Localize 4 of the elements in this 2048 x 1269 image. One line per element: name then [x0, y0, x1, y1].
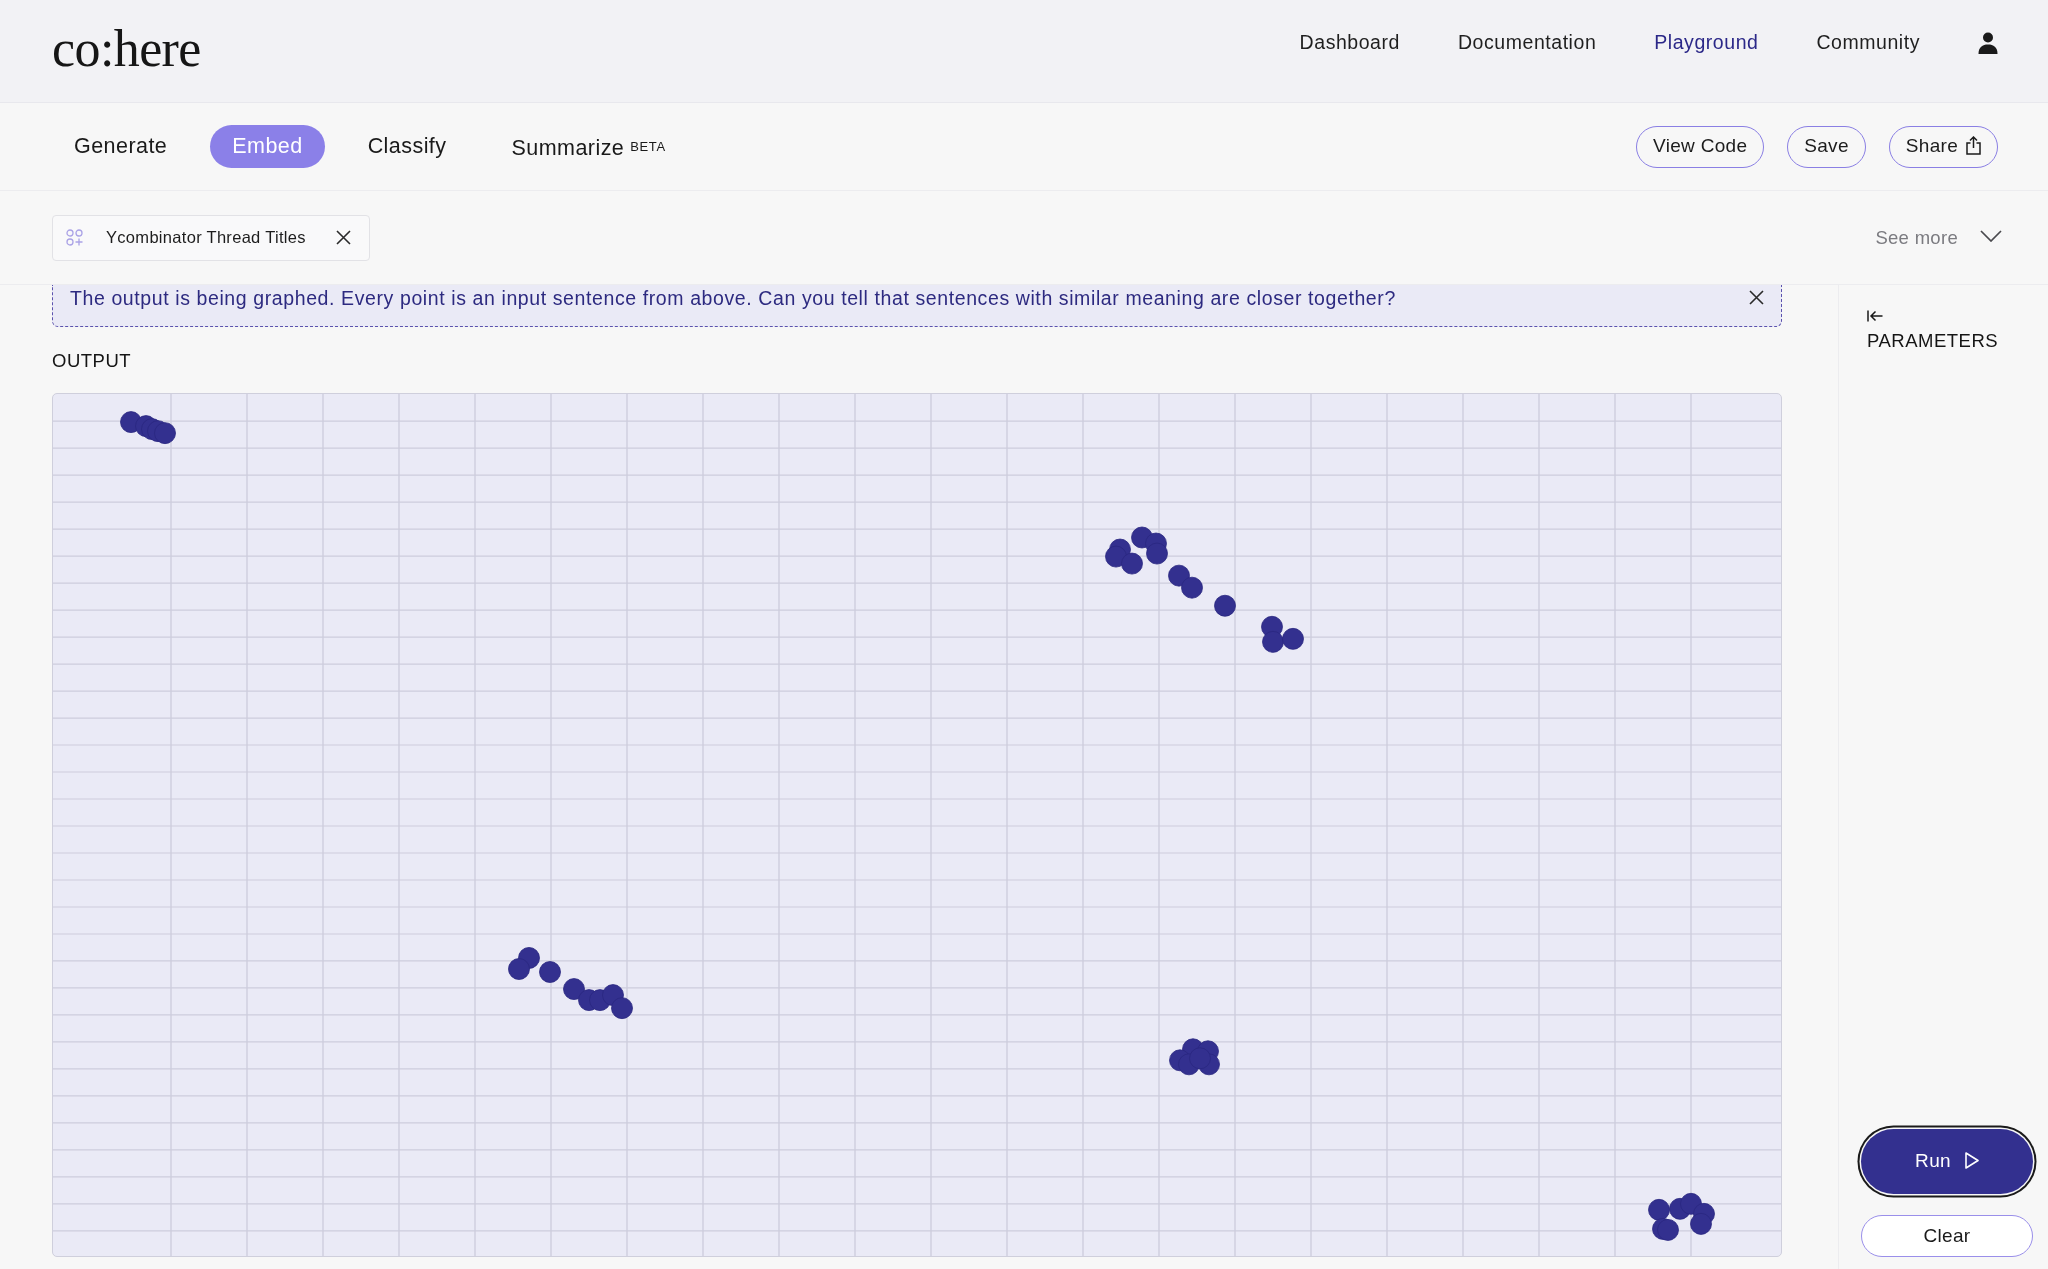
section-label: OUTPUT — [52, 350, 133, 372]
panel-title: PARAMETERS — [1867, 329, 2000, 353]
dataset-label: Ycombinator Thread Titles — [106, 227, 306, 249]
info-text: The output is being graphed. Every point is an input sentence from above. Can you tell that sentences with similar meaning are closer together? — [70, 286, 1396, 310]
